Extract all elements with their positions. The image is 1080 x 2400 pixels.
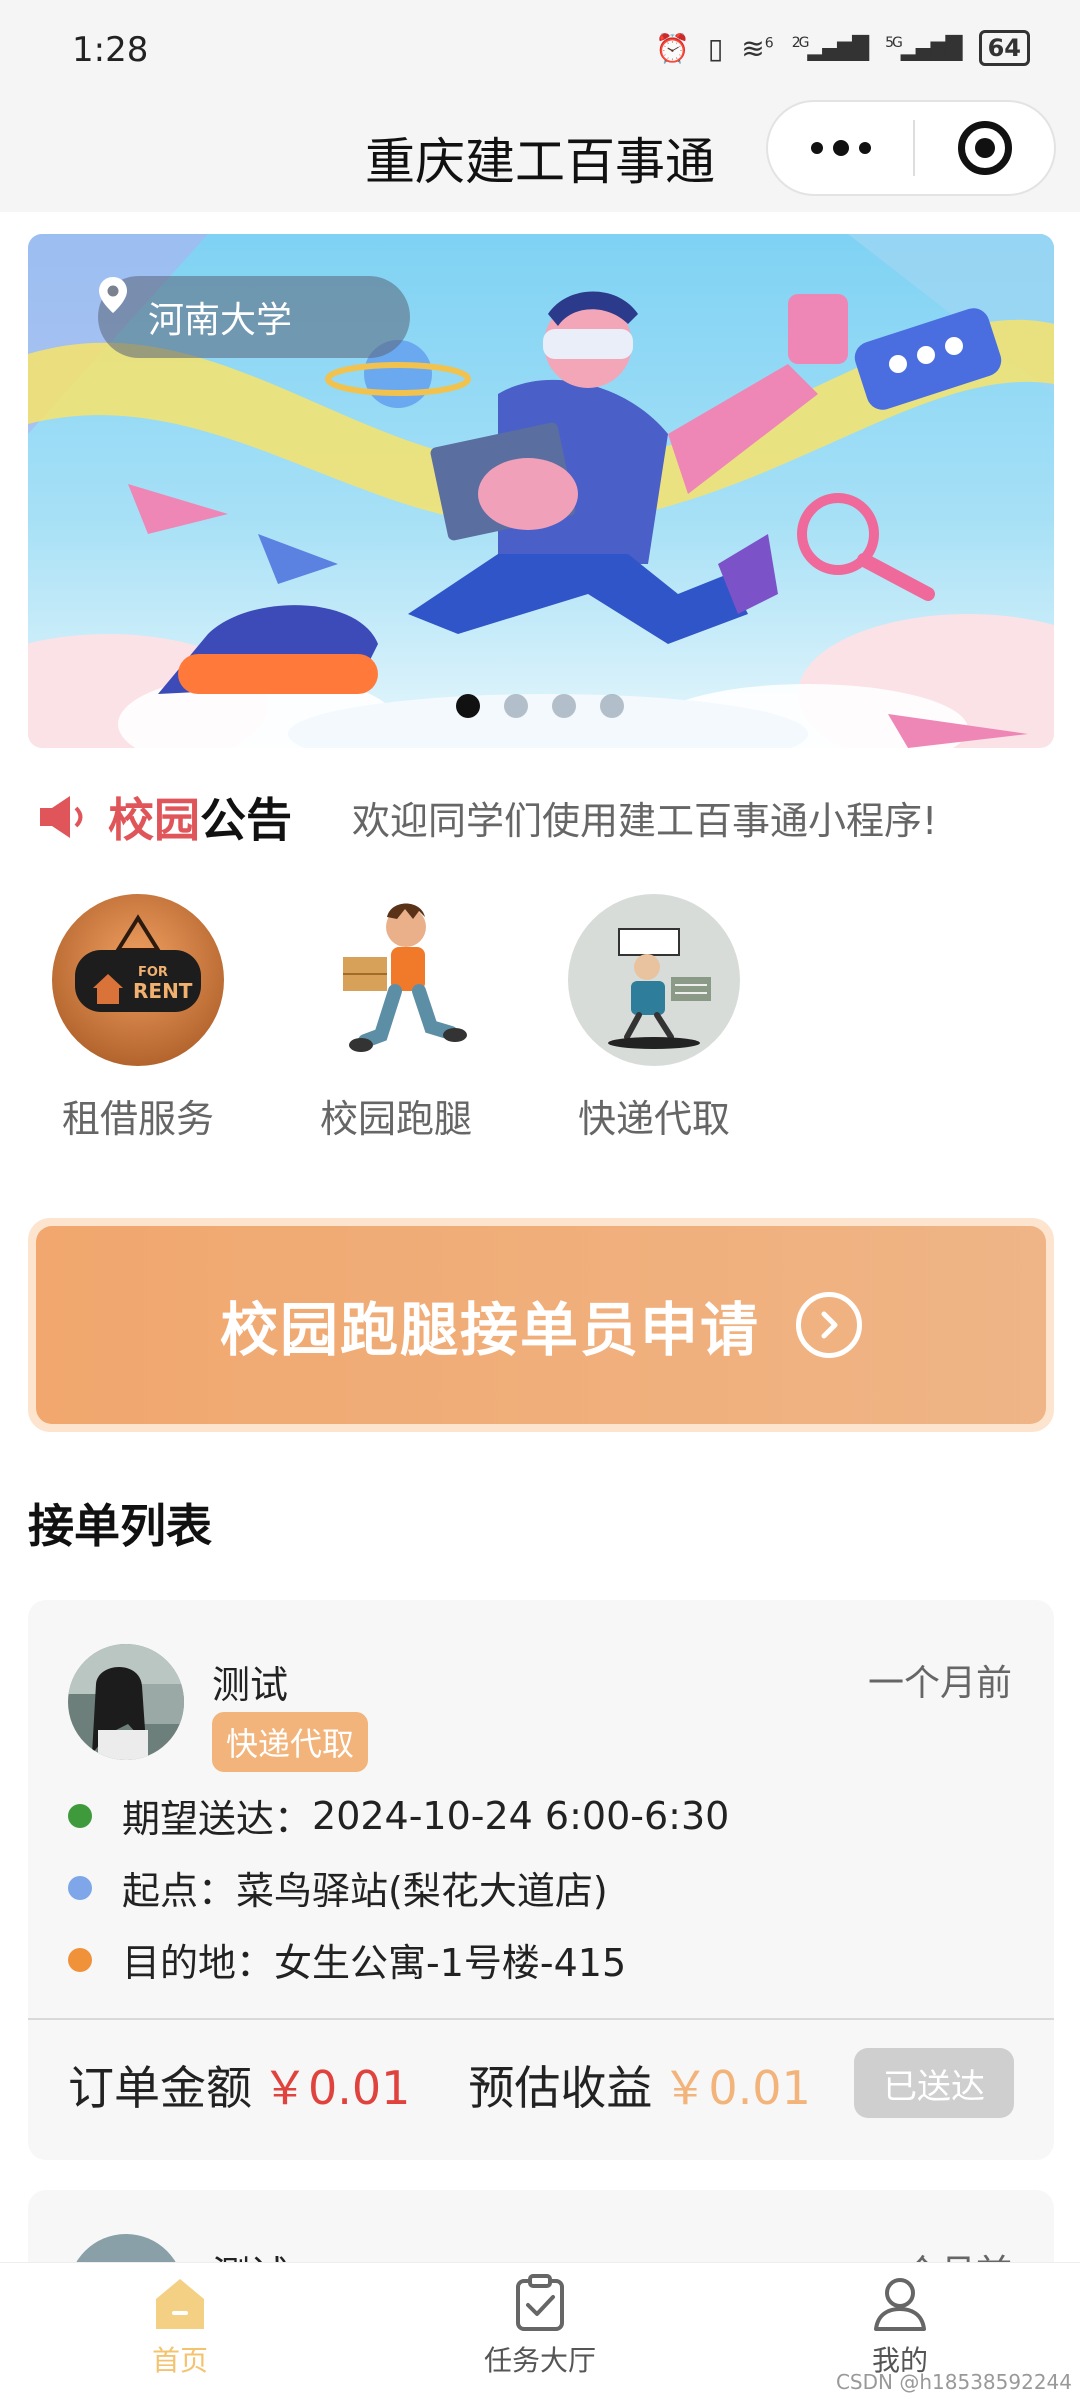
service-errand[interactable]: 校园跑腿 xyxy=(310,894,482,1143)
order-type-badge: 快递代取 xyxy=(212,1712,369,1772)
chevron-right-circle-icon xyxy=(796,1292,862,1358)
service-grid: FOR RENT 租借服务 校园跑腿 快递代取 xyxy=(52,894,740,1143)
wifi-icon: ≋6 xyxy=(741,31,774,65)
service-courier[interactable]: 快递代取 xyxy=(568,894,740,1143)
speaker-icon xyxy=(40,796,83,838)
nav-bar: 重庆建工百事通 xyxy=(0,100,1080,212)
tab-label: 首页 xyxy=(151,2344,208,2377)
watermark: CSDN @h18538592244 xyxy=(835,2370,1072,2394)
carousel-dot[interactable] xyxy=(456,694,480,718)
avatar xyxy=(68,1644,184,1760)
service-label: 校园跑腿 xyxy=(319,1097,472,1141)
target-icon xyxy=(957,121,1012,175)
rent-sign-icon: FOR RENT xyxy=(52,894,224,1066)
clipboard-check-icon xyxy=(516,2274,564,2331)
green-dot-icon xyxy=(68,1803,92,1828)
courier-icon xyxy=(568,894,740,1066)
blue-dot-icon xyxy=(68,1875,92,1900)
tab-task-hall[interactable]: 任务大厅 xyxy=(360,2263,720,2400)
order-amount-value: ￥0.01 xyxy=(262,2061,411,2115)
amount-row: 订单金额 ￥0.01 预估收益 ￥0.01 xyxy=(68,2052,811,2118)
status-bar: 1:28 ⏰ ▯ ≋6 2G▂▄▆█ 5G▂▄▆█ 64 xyxy=(0,0,1080,100)
order-list-title: 接单列表 xyxy=(28,1499,212,1553)
service-rent[interactable]: FOR RENT 租借服务 xyxy=(52,894,224,1143)
svg-text:FOR: FOR xyxy=(138,965,168,980)
tab-label: 任务大厅 xyxy=(483,2344,596,2377)
more-icon xyxy=(832,140,849,156)
battery-icon: 64 xyxy=(978,30,1030,66)
service-label: 快递代取 xyxy=(577,1097,730,1141)
notice-text: 欢迎同学们使用建工百事通小程序! xyxy=(352,798,938,843)
carousel-dot[interactable] xyxy=(504,694,528,718)
notice-title: 校园公告 xyxy=(108,793,292,847)
vibrate-icon: ▯ xyxy=(707,31,724,65)
apply-label: 校园跑腿接单员申请 xyxy=(219,1296,760,1364)
signal-icon: 2G▂▄▆█ xyxy=(791,34,869,62)
tab-home[interactable]: 首页 xyxy=(0,2263,360,2400)
order-amount-label: 订单金额 xyxy=(68,2061,252,2115)
start-point-row: 起点： 菜鸟驿站(梨花大道店) xyxy=(68,1860,608,1915)
mini-program-capsule xyxy=(766,100,1056,196)
order-time: 一个月前 xyxy=(867,1663,1012,1704)
expected-delivery-row: 期望送达： 2024-10-24 6:00-6:30 xyxy=(68,1788,729,1843)
carousel-dot[interactable] xyxy=(552,694,576,718)
divider xyxy=(28,2018,1054,2020)
status-time: 1:28 xyxy=(72,30,149,70)
location-pin-icon xyxy=(99,277,127,313)
user-name: 测试 xyxy=(212,1663,289,1707)
income-label: 预估收益 xyxy=(468,2061,653,2115)
orange-dot-icon xyxy=(68,1947,92,1972)
campus-notice[interactable]: 校园公告 欢迎同学们使用建工百事通小程序! xyxy=(36,782,1056,852)
close-button[interactable] xyxy=(915,102,1054,194)
status-icons: ⏰ ▯ ≋6 2G▂▄▆█ 5G▂▄▆█ 64 xyxy=(655,30,1030,66)
destination-row: 目的地： 女生公寓-1号楼-415 xyxy=(68,1932,626,1987)
banner-carousel[interactable]: 河南大学 xyxy=(28,234,1054,748)
more-icon xyxy=(858,142,871,154)
service-label: 租借服务 xyxy=(61,1097,214,1141)
svg-text:RENT: RENT xyxy=(133,979,193,1003)
more-icon xyxy=(810,142,823,154)
home-icon xyxy=(156,2279,204,2329)
alarm-icon: ⏰ xyxy=(655,31,690,65)
errand-runner-apply-button[interactable]: 校园跑腿接单员申请 xyxy=(28,1218,1054,1432)
signal-icon: 5G▂▄▆█ xyxy=(885,34,962,62)
location-selector[interactable]: 河南大学 xyxy=(98,276,410,358)
location-label: 河南大学 xyxy=(148,300,293,341)
order-card[interactable]: 测试 一个月前 快递代取 期望送达： 2024-10-24 6:00-6:30 起… xyxy=(28,1600,1054,2160)
delivered-status-button[interactable]: 已送达 xyxy=(854,2048,1014,2118)
more-button[interactable] xyxy=(768,102,913,194)
runner-icon xyxy=(310,894,482,1066)
carousel-indicators xyxy=(456,694,624,718)
bottom-tab-bar: 首页 任务大厅 我的 CSDN @h18538592244 xyxy=(0,2262,1080,2400)
user-icon xyxy=(874,2278,926,2331)
apply-button-body: 校园跑腿接单员申请 xyxy=(36,1226,1046,1424)
carousel-dot[interactable] xyxy=(600,694,624,718)
income-value: ￥0.01 xyxy=(662,2061,811,2115)
